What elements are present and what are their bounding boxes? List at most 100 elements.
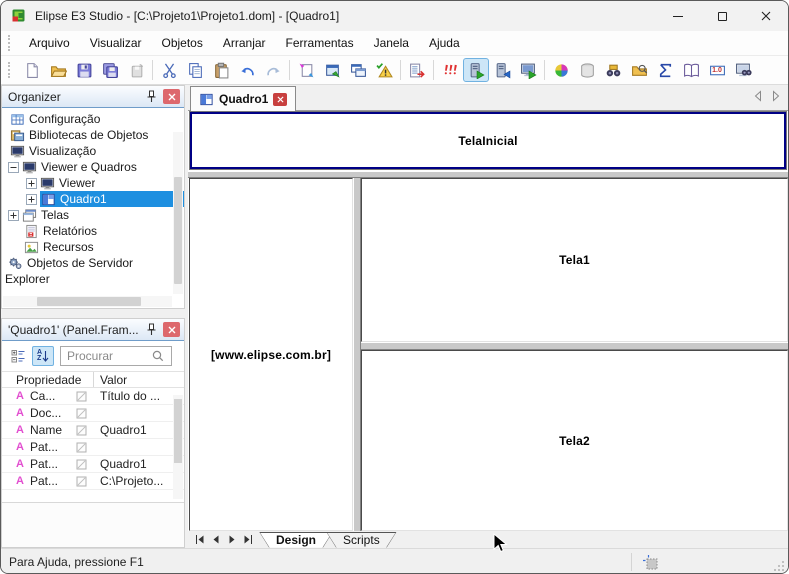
paste-button[interactable] — [208, 58, 234, 82]
menu-visualizar[interactable]: Visualizar — [80, 31, 152, 56]
scrollbar-thumb[interactable] — [174, 399, 182, 463]
frame-icon — [41, 192, 56, 207]
organizer-pin-button[interactable] — [142, 89, 160, 105]
undo-button[interactable] — [234, 58, 260, 82]
tab-quadro1[interactable]: Quadro1 — [190, 86, 296, 111]
expressions-button[interactable] — [652, 58, 678, 82]
property-row[interactable]: A Pat... Quadro1 — [2, 456, 184, 473]
search-in-files-button[interactable] — [626, 58, 652, 82]
sort-alphabetical-button[interactable]: A Z — [32, 346, 54, 366]
previous-sheet-button[interactable] — [208, 533, 224, 547]
run-application-button[interactable] — [463, 58, 489, 82]
property-value[interactable]: C:\Projeto... — [100, 474, 184, 488]
scrollbar-thumb[interactable] — [174, 177, 182, 284]
redo-button[interactable] — [260, 58, 286, 82]
property-value[interactable]: Título do ... — [100, 389, 184, 403]
frame-www-elipse[interactable]: [www.elipse.com.br] — [189, 178, 353, 531]
menu-janela[interactable]: Janela — [364, 31, 419, 56]
open-button[interactable] — [45, 58, 71, 82]
book-icon — [683, 62, 700, 79]
tree-item-quadro1[interactable]: Quadro1 — [2, 191, 184, 207]
resize-grip[interactable] — [772, 559, 785, 572]
organizer-close-button[interactable] — [163, 89, 180, 104]
expand-expander-icon[interactable] — [26, 178, 37, 189]
tree-item-objetos-de-servidor[interactable]: Objetos de Servidor — [2, 255, 184, 271]
property-row[interactable]: A Ca... Título do ... — [2, 388, 184, 405]
next-sheet-button[interactable] — [224, 533, 240, 547]
library-button[interactable] — [678, 58, 704, 82]
column-valor[interactable]: Valor — [100, 373, 127, 387]
tree-item-viewer-e-quadros[interactable]: Viewer e Quadros — [2, 159, 184, 175]
close-button[interactable] — [744, 1, 788, 31]
property-row[interactable]: A Name Quadro1 — [2, 422, 184, 439]
tree-item-configuracao[interactable]: Configuração — [2, 111, 184, 127]
frame-telainicial[interactable]: TelaInicial — [190, 112, 786, 169]
vertical-splitter[interactable] — [353, 178, 361, 531]
tab-scroll-left-icon[interactable] — [754, 90, 762, 102]
property-value[interactable]: Quadro1 — [100, 457, 184, 471]
new-button[interactable] — [19, 58, 45, 82]
tab-scroll-right-icon[interactable] — [772, 90, 780, 102]
insert-frame-button[interactable] — [345, 58, 371, 82]
expand-expander-icon[interactable] — [8, 210, 19, 221]
sidebar-splitter[interactable] — [1, 309, 185, 318]
column-propriedade[interactable]: Propriedade — [16, 373, 93, 387]
search-button[interactable] — [600, 58, 626, 82]
frame-tela1[interactable]: Tela1 — [361, 178, 788, 342]
tree-item-bibliotecas[interactable]: Bibliotecas de Objetos — [2, 127, 184, 143]
save-button[interactable] — [71, 58, 97, 82]
property-row[interactable]: A Doc... — [2, 405, 184, 422]
critical-errors-button[interactable] — [437, 58, 463, 82]
property-row[interactable]: A Pat... C:\Projeto... — [2, 473, 184, 490]
tree-item-explorer[interactable]: Explorer — [2, 271, 184, 287]
collapse-expander-icon[interactable] — [8, 162, 19, 173]
menu-objetos[interactable]: Objetos — [152, 31, 213, 56]
menu-ajuda[interactable]: Ajuda — [419, 31, 470, 56]
property-row[interactable]: A Pat... — [2, 439, 184, 456]
version-control-button[interactable]: 1.0 — [704, 58, 730, 82]
tree-item-viewer[interactable]: Viewer — [2, 175, 184, 191]
design-canvas[interactable]: TelaInicial [www.elipse.com.br] Tela1 Te… — [188, 111, 788, 531]
expand-expander-icon[interactable] — [26, 194, 37, 205]
tree-item-visualizacao[interactable]: Visualização — [2, 143, 184, 159]
search-input[interactable] — [67, 349, 151, 363]
properties-close-button[interactable] — [163, 322, 180, 337]
stop-application-button[interactable] — [489, 58, 515, 82]
categorized-view-button[interactable] — [7, 346, 29, 366]
tree-item-relatorios[interactable]: Relatórios — [2, 223, 184, 239]
minimize-button[interactable] — [656, 1, 700, 31]
insert-gallery-button[interactable] — [548, 58, 574, 82]
tree-label: Objetos de Servidor — [27, 256, 133, 270]
insert-frame-icon — [350, 62, 367, 79]
menu-ferramentas[interactable]: Ferramentas — [276, 31, 364, 56]
run-viewer-button[interactable] — [515, 58, 541, 82]
horizontal-splitter-middle[interactable] — [361, 342, 788, 350]
menu-arquivo[interactable]: Arquivo — [19, 31, 80, 56]
tree-item-telas[interactable]: Telas — [2, 207, 184, 223]
maximize-button[interactable] — [700, 1, 744, 31]
menu-arranjar[interactable]: Arranjar — [213, 31, 276, 56]
last-sheet-button[interactable] — [240, 533, 256, 547]
organizer-toggle-button[interactable] — [404, 58, 430, 82]
insert-object-button[interactable] — [293, 58, 319, 82]
scrollbar-thumb[interactable] — [37, 297, 141, 306]
copy-button[interactable] — [182, 58, 208, 82]
horizontal-splitter-top[interactable] — [188, 171, 788, 178]
tab-design[interactable]: Design — [259, 532, 333, 548]
tree-item-recursos[interactable]: Recursos — [2, 239, 184, 255]
insert-screen-in-frame-button[interactable] — [319, 58, 345, 82]
tab-scripts[interactable]: Scripts — [326, 532, 397, 548]
watch-viewer-button[interactable] — [730, 58, 756, 82]
register-server-button[interactable] — [123, 58, 149, 82]
organizer-title: Organizer — [8, 90, 142, 104]
verify-application-button[interactable] — [371, 58, 397, 82]
first-sheet-button[interactable] — [192, 533, 208, 547]
save-all-button[interactable] — [97, 58, 123, 82]
property-value[interactable]: Quadro1 — [100, 423, 184, 437]
cut-button[interactable] — [156, 58, 182, 82]
properties-pin-button[interactable] — [142, 322, 160, 338]
frame-tela1-label: Tela1 — [559, 253, 590, 267]
tab-close-button[interactable] — [273, 93, 287, 106]
database-button[interactable] — [574, 58, 600, 82]
frame-tela2[interactable]: Tela2 — [361, 350, 788, 531]
